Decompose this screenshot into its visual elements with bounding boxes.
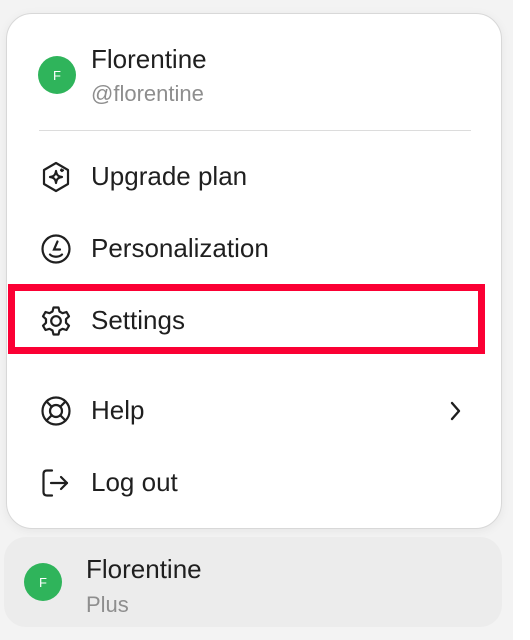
chevron-right-icon <box>443 398 467 424</box>
account-name: Florentine <box>86 554 202 584</box>
user-name: Florentine <box>91 44 207 74</box>
account-plan: Plus <box>86 592 129 617</box>
lifebuoy-icon <box>39 394 73 428</box>
avatar: F <box>38 56 76 94</box>
menu-item-label: Log out <box>91 467 178 497</box>
avatar: F <box>24 563 62 601</box>
menu-item-upgrade-plan[interactable]: Upgrade plan <box>15 146 493 208</box>
menu-item-settings[interactable]: Settings <box>15 290 493 352</box>
account-switcher[interactable]: F Florentine Plus <box>4 537 502 627</box>
personalization-icon <box>39 232 73 266</box>
menu-item-label: Help <box>91 395 145 425</box>
upgrade-plan-icon <box>39 160 73 194</box>
menu-item-label: Personalization <box>91 233 269 263</box>
window-edge <box>513 0 530 640</box>
menu-item-personalization[interactable]: Personalization <box>15 218 493 280</box>
gear-icon <box>39 304 73 338</box>
menu-item-label: Settings <box>91 305 185 335</box>
menu-item-log-out[interactable]: Log out <box>15 452 493 514</box>
menu-divider <box>39 130 471 131</box>
logout-icon <box>39 466 73 500</box>
menu-item-help[interactable]: Help <box>15 380 493 442</box>
menu-item-label: Upgrade plan <box>91 161 248 191</box>
account-menu: F Florentine @florentine Upgrade plan Pe… <box>6 13 502 529</box>
user-handle: @florentine <box>91 81 204 106</box>
